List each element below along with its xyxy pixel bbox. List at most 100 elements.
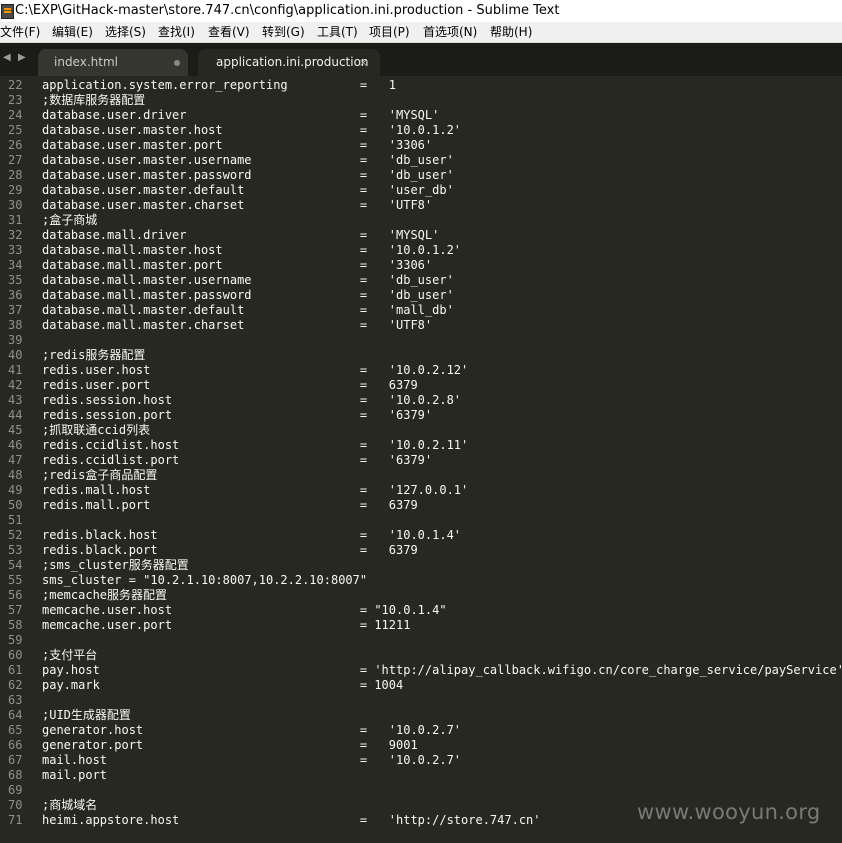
menu-edit[interactable]: 编辑(E) [52, 22, 93, 42]
code-line: 39 [0, 333, 842, 348]
menu-project[interactable]: 项目(P) [369, 22, 410, 42]
line-text[interactable]: redis.session.port = '6379' [42, 408, 432, 423]
menu-tools[interactable]: 工具(T) [317, 22, 358, 42]
line-text[interactable]: database.mall.master.password = 'db_user… [42, 288, 454, 303]
line-text[interactable]: mail.port [42, 768, 107, 783]
code-line: 33 database.mall.master.host = '10.0.1.2' [0, 243, 842, 258]
line-text[interactable]: generator.host = '10.0.2.7' [42, 723, 461, 738]
line-text[interactable]: ;sms_cluster服务器配置 [42, 558, 189, 573]
line-number: 59 [8, 633, 23, 647]
menu-preferences[interactable]: 首选项(N) [423, 22, 477, 42]
line-number: 63 [8, 693, 23, 707]
code-line: 45 ;抓取联通ccid列表 [0, 423, 842, 438]
code-line: 29 database.user.master.default = 'user_d… [0, 183, 842, 198]
line-text[interactable]: heimi.appstore.host = 'http://store.747.… [42, 813, 541, 828]
line-text[interactable]: pay.host = 'http://alipay_callback.wifig… [42, 663, 842, 678]
code-line: 38 database.mall.master.charset = 'UTF8' [0, 318, 842, 333]
code-line: 64 ;UID生成器配置 [0, 708, 842, 723]
tab-bar: ◀ ▶ index.html application.ini.productio… [0, 43, 842, 76]
line-text[interactable]: redis.user.port = 6379 [42, 378, 418, 393]
tab-index-html[interactable]: index.html [38, 49, 188, 76]
line-text[interactable]: ;redis盒子商品配置 [42, 468, 157, 483]
code-line: 24 database.user.driver = 'MYSQL' [0, 108, 842, 123]
line-number: 50 [8, 498, 23, 512]
menu-bar: 文件(F) 编辑(E) 选择(S) 查找(I) 查看(V) 转到(G) 工具(T… [0, 22, 842, 43]
menu-file[interactable]: 文件(F) [0, 22, 40, 42]
line-text[interactable]: database.mall.master.charset = 'UTF8' [42, 318, 432, 333]
menu-selection[interactable]: 选择(S) [105, 22, 146, 42]
code-editor[interactable]: 22 application.system.error_reporting = 1… [0, 76, 842, 841]
line-text[interactable]: database.user.master.default = 'user_db' [42, 183, 454, 198]
code-line: 32 database.mall.driver = 'MYSQL' [0, 228, 842, 243]
line-text[interactable]: database.mall.master.host = '10.0.1.2' [42, 243, 461, 258]
line-text[interactable]: redis.session.host = '10.0.2.8' [42, 393, 461, 408]
tab-label: index.html [54, 55, 118, 69]
line-number: 67 [8, 753, 23, 767]
line-text[interactable]: redis.ccidlist.host = '10.0.2.11' [42, 438, 468, 453]
menu-goto[interactable]: 转到(G) [262, 22, 305, 42]
line-text[interactable]: sms_cluster = "10.2.1.10:8007,10.2.2.10:… [42, 573, 367, 588]
line-text[interactable]: database.user.master.port = '3306' [42, 138, 432, 153]
line-text[interactable]: database.user.master.password = 'db_user… [42, 168, 454, 183]
line-number: 37 [8, 303, 23, 317]
code-line: 22 application.system.error_reporting = 1 [0, 78, 842, 93]
line-text[interactable]: memcache.user.port = 11211 [42, 618, 410, 633]
tab-scroll-left-icon[interactable]: ◀ [3, 51, 11, 65]
line-text[interactable]: ;支付平台 [42, 648, 97, 663]
line-text[interactable]: redis.ccidlist.port = '6379' [42, 453, 432, 468]
line-text[interactable]: ;盒子商城 [42, 213, 97, 228]
line-text[interactable]: memcache.user.host = "10.0.1.4" [42, 603, 447, 618]
line-number: 56 [8, 588, 23, 602]
close-icon[interactable]: × [359, 49, 368, 76]
line-text[interactable]: database.user.master.host = '10.0.1.2' [42, 123, 461, 138]
code-line: 58 memcache.user.port = 11211 [0, 618, 842, 633]
line-text[interactable]: ;redis服务器配置 [42, 348, 145, 363]
code-line: 42 redis.user.port = 6379 [0, 378, 842, 393]
code-line: 28 database.user.master.password = 'db_us… [0, 168, 842, 183]
line-text[interactable]: ;抓取联通ccid列表 [42, 423, 150, 438]
code-line: 50 redis.mall.port = 6379 [0, 498, 842, 513]
line-text[interactable]: database.user.master.username = 'db_user… [42, 153, 454, 168]
line-number: 70 [8, 798, 23, 812]
line-text[interactable]: redis.mall.host = '127.0.0.1' [42, 483, 468, 498]
menu-find[interactable]: 查找(I) [158, 22, 195, 42]
line-text[interactable]: ;memcache服务器配置 [42, 588, 167, 603]
line-number: 24 [8, 108, 23, 122]
line-text[interactable]: ;数据库服务器配置 [42, 93, 145, 108]
menu-help[interactable]: 帮助(H) [490, 22, 532, 42]
line-text[interactable]: database.user.master.charset = 'UTF8' [42, 198, 432, 213]
line-text[interactable]: generator.port = 9001 [42, 738, 418, 753]
line-text[interactable]: ;商城域名 [42, 798, 97, 813]
menu-view[interactable]: 查看(V) [208, 22, 250, 42]
line-text[interactable]: database.mall.master.port = '3306' [42, 258, 432, 273]
code-line: 69 [0, 783, 842, 798]
code-line: 59 [0, 633, 842, 648]
tab-label: application.ini.production [216, 55, 369, 69]
line-text[interactable]: redis.black.host = '10.0.1.4' [42, 528, 461, 543]
line-text[interactable]: redis.black.port = 6379 [42, 543, 418, 558]
tab-application-ini-production[interactable]: application.ini.production × [198, 49, 380, 76]
line-text[interactable]: database.mall.driver = 'MYSQL' [42, 228, 439, 243]
line-number: 38 [8, 318, 23, 332]
line-text[interactable]: database.mall.master.default = 'mall_db' [42, 303, 454, 318]
line-text[interactable]: mail.host = '10.0.2.7' [42, 753, 461, 768]
code-line: 41 redis.user.host = '10.0.2.12' [0, 363, 842, 378]
line-text[interactable]: application.system.error_reporting = 1 [42, 78, 396, 93]
unsaved-dot-icon[interactable] [174, 60, 180, 66]
line-text[interactable]: ;UID生成器配置 [42, 708, 131, 723]
tab-scroll-right-icon[interactable]: ▶ [18, 51, 26, 65]
line-number: 45 [8, 423, 23, 437]
code-line: 56 ;memcache服务器配置 [0, 588, 842, 603]
line-text[interactable]: redis.user.host = '10.0.2.12' [42, 363, 468, 378]
line-number: 62 [8, 678, 23, 692]
line-text[interactable]: pay.mark = 1004 [42, 678, 403, 693]
line-number: 40 [8, 348, 23, 362]
line-number: 31 [8, 213, 23, 227]
code-line: 62 pay.mark = 1004 [0, 678, 842, 693]
line-text[interactable]: redis.mall.port = 6379 [42, 498, 418, 513]
line-number: 44 [8, 408, 23, 422]
line-text[interactable]: database.user.driver = 'MYSQL' [42, 108, 439, 123]
line-number: 35 [8, 273, 23, 287]
line-text[interactable]: database.mall.master.username = 'db_user… [42, 273, 454, 288]
line-number: 26 [8, 138, 23, 152]
